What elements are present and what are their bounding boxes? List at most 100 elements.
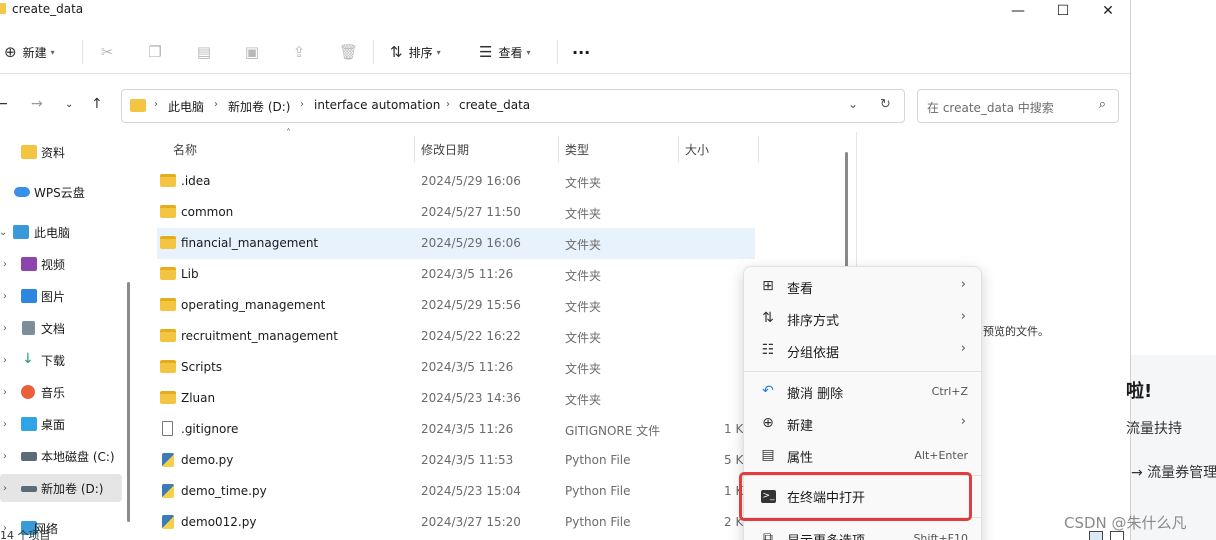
file-row[interactable]: Scripts 2024/3/5 11:26 文件夹 bbox=[157, 352, 755, 383]
rename-icon[interactable]: ▣ bbox=[243, 43, 261, 61]
file-type: Python File bbox=[565, 453, 631, 467]
view-label: 查看 bbox=[498, 45, 523, 60]
view-button[interactable]: ☰ 查看 ▾ bbox=[479, 40, 530, 64]
folder-icon bbox=[160, 174, 176, 187]
file-type: Python File bbox=[565, 515, 631, 529]
sidebar-item-drive-c[interactable]: › 本地磁盘 (C:) bbox=[0, 442, 122, 470]
file-row[interactable]: operating_management 2024/5/29 15:56 文件夹 bbox=[157, 290, 755, 321]
file-list-scrollbar[interactable] bbox=[845, 152, 848, 272]
menu-item-undo-delete[interactable]: ↶ 撤消 删除 Ctrl+Z bbox=[749, 377, 978, 407]
chevron-down-icon[interactable]: ⌄ bbox=[848, 97, 858, 111]
cut-icon[interactable]: ✂ bbox=[98, 43, 116, 61]
chevron-right-icon: › bbox=[446, 99, 450, 110]
breadcrumb-create-data[interactable]: create_data bbox=[459, 98, 530, 112]
file-row[interactable]: Zluan 2024/5/23 14:36 文件夹 bbox=[157, 383, 755, 414]
file-row[interactable]: Lib 2024/3/5 11:26 文件夹 bbox=[157, 259, 755, 290]
chevron-right-icon: › bbox=[3, 354, 7, 366]
minimize-button[interactable]: — bbox=[995, 0, 1041, 22]
file-row[interactable]: .gitignore 2024/3/5 11:26 GITIGNORE 文件 1… bbox=[157, 414, 755, 445]
sidebar-item-ziliao[interactable]: 资料 bbox=[0, 138, 122, 166]
file-date: 2024/5/29 16:06 bbox=[421, 236, 521, 250]
copy-icon[interactable]: ❐ bbox=[146, 43, 164, 61]
recent-chevron-icon[interactable]: ⌄ bbox=[65, 99, 73, 110]
sidebar-item-music[interactable]: › 音乐 bbox=[0, 378, 122, 406]
file-type: 文件夹 bbox=[565, 207, 602, 221]
sidebar-item-desktop[interactable]: › 桌面 bbox=[0, 410, 122, 438]
file-name: demo_time.py bbox=[181, 484, 267, 498]
menu-shortcut: Shift+F10 bbox=[913, 532, 968, 540]
file-name: financial_management bbox=[181, 236, 319, 250]
file-name: common bbox=[181, 205, 234, 219]
menu-item-sort-by[interactable]: ⇅ 排序方式 › bbox=[749, 304, 978, 334]
file-row[interactable]: demo.py 2024/3/5 11:53 Python File 5 K bbox=[157, 445, 755, 476]
file-type: 文件夹 bbox=[565, 331, 602, 345]
close-button[interactable]: ✕ bbox=[1085, 0, 1130, 22]
forward-arrow-icon[interactable]: → bbox=[31, 96, 43, 112]
breadcrumb-drive-d[interactable]: 新加卷 (D:) bbox=[228, 98, 290, 115]
menu-item-view[interactable]: ⊞ 查看 › bbox=[749, 272, 978, 302]
maximize-button[interactable]: ☐ bbox=[1040, 0, 1086, 22]
file-row-selected[interactable]: financial_management 2024/5/29 16:06 文件夹 bbox=[157, 228, 755, 259]
sort-button[interactable]: ⇅ 排序 ▾ bbox=[390, 40, 441, 64]
grid-icon: ⊞ bbox=[762, 278, 774, 294]
file-type: 文件夹 bbox=[565, 238, 602, 252]
sidebar-item-label: 本地磁盘 (C:) bbox=[41, 449, 115, 464]
search-icon: ⌕ bbox=[1098, 97, 1106, 112]
more-options-button[interactable]: ··· bbox=[572, 40, 590, 64]
back-arrow-icon[interactable]: ← bbox=[0, 96, 8, 112]
folder-icon bbox=[160, 298, 176, 311]
chevron-right-icon: › bbox=[3, 482, 7, 494]
sidebar-item-drive-d[interactable]: › 新加卷 (D:) bbox=[0, 474, 122, 502]
file-row[interactable]: demo_time.py 2024/5/23 15:04 Python File… bbox=[157, 476, 755, 507]
paste-icon[interactable]: ▤ bbox=[195, 43, 213, 61]
file-size: 1 K bbox=[724, 422, 744, 436]
search-box[interactable]: 在 create_data 中搜索 ⌕ bbox=[917, 89, 1119, 123]
breadcrumb-this-pc[interactable]: 此电脑 bbox=[168, 98, 204, 115]
chevron-down-icon: ▾ bbox=[436, 47, 441, 57]
menu-item-label: 撤消 删除 bbox=[787, 387, 844, 402]
search-placeholder: 在 create_data 中搜索 bbox=[927, 101, 1054, 115]
up-arrow-icon[interactable]: ↑ bbox=[91, 96, 103, 112]
new-button[interactable]: ⊕ 新建 ▾ bbox=[4, 40, 55, 64]
file-row[interactable]: recruitment_management 2024/5/22 16:22 文… bbox=[157, 321, 755, 352]
sidebar-item-label: WPS云盘 bbox=[34, 185, 85, 200]
menu-item-properties[interactable]: ▤ 属性 Alt+Enter bbox=[749, 441, 978, 471]
refresh-icon[interactable]: ↻ bbox=[880, 97, 891, 112]
file-date: 2024/3/5 11:53 bbox=[421, 453, 514, 467]
sidebar-item-pictures[interactable]: › 图片 bbox=[0, 282, 122, 310]
sidebar-item-documents[interactable]: › 文档 bbox=[0, 314, 122, 342]
sidebar-scrollbar[interactable] bbox=[127, 282, 130, 522]
title-bar: create_data — ☐ ✕ bbox=[0, 0, 1130, 22]
menu-item-show-more-options[interactable]: ⧉ 显示更多选项 Shift+F10 bbox=[749, 524, 978, 540]
breadcrumb-interface-automation[interactable]: interface automation bbox=[314, 98, 440, 112]
new-label: 新建 bbox=[22, 45, 47, 60]
window-title: create_data bbox=[12, 2, 84, 16]
column-name[interactable]: 名称 bbox=[173, 141, 197, 158]
undo-icon: ↶ bbox=[762, 383, 774, 399]
divider bbox=[373, 40, 374, 64]
sidebar-item-label: 视频 bbox=[41, 257, 66, 272]
sidebar-item-label: 文档 bbox=[41, 321, 66, 336]
file-row[interactable]: common 2024/5/27 11:50 文件夹 bbox=[157, 197, 755, 228]
menu-shortcut: Ctrl+Z bbox=[931, 385, 968, 398]
sidebar-item-videos[interactable]: › 视频 bbox=[0, 250, 122, 278]
column-size[interactable]: 大小 bbox=[685, 141, 709, 158]
chevron-right-icon: › bbox=[300, 99, 304, 110]
file-row[interactable]: demo012.py 2024/3/27 15:20 Python File 2… bbox=[157, 507, 755, 538]
menu-item-group-by[interactable]: ☷ 分组依据 › bbox=[749, 336, 978, 366]
file-date: 2024/5/27 11:50 bbox=[421, 205, 521, 219]
document-icon bbox=[22, 321, 35, 335]
delete-icon[interactable]: 🗑 bbox=[339, 43, 358, 61]
menu-item-new[interactable]: ⊕ 新建 › bbox=[749, 409, 978, 439]
sidebar-item-wps-cloud[interactable]: WPS云盘 bbox=[0, 178, 122, 206]
column-type[interactable]: 类型 bbox=[565, 141, 589, 158]
sidebar-item-downloads[interactable]: › ↓ 下载 bbox=[0, 346, 122, 374]
file-row[interactable]: .idea 2024/5/29 16:06 文件夹 bbox=[157, 166, 755, 197]
folder-icon bbox=[160, 267, 176, 280]
address-bar[interactable]: › 此电脑 › 新加卷 (D:) › interface automation … bbox=[121, 89, 905, 123]
background-link[interactable]: → 流量券管理 bbox=[1131, 462, 1216, 482]
share-icon[interactable]: ⇪ bbox=[290, 43, 308, 61]
column-date[interactable]: 修改日期 bbox=[421, 141, 469, 158]
sidebar-item-this-pc[interactable]: ⌄ 此电脑 bbox=[0, 218, 122, 246]
file-type: 文件夹 bbox=[565, 176, 602, 190]
